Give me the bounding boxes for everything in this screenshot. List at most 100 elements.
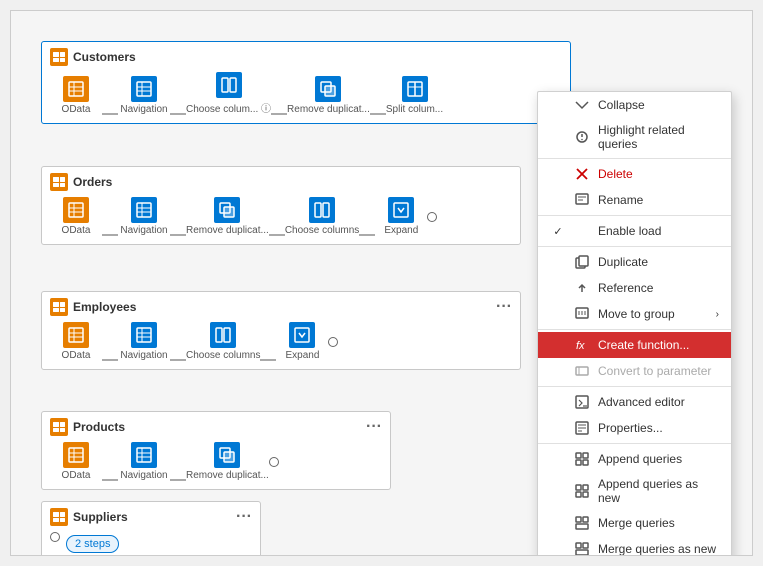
step-choose-orders[interactable]: Choose columns [285,197,359,236]
panel-suppliers: Suppliers ··· 2 steps [41,501,261,556]
step-expand-orders[interactable]: Expand [375,197,427,236]
suppliers-table-icon [50,508,68,526]
menu-item-delete[interactable]: Delete [538,161,731,187]
end-node-products [269,457,279,467]
svg-text:fx: fx [576,340,585,352]
menu-item-reference[interactable]: Reference [538,275,731,301]
merge-icon [574,515,590,531]
step-odata-products[interactable]: OData [50,442,102,481]
step-odata-employees[interactable]: OData [50,322,102,361]
connector [170,234,186,236]
convert-icon [574,363,590,379]
employees-steps: OData Navigation Choose columns Expand [50,322,512,361]
menu-item-enable-load[interactable]: ✓ Enable load [538,218,731,244]
menu-item-append-queries[interactable]: Append queries [538,446,731,472]
collapse-icon [574,97,590,113]
step-odata-orders[interactable]: OData [50,197,102,236]
menu-separator-4 [538,329,731,330]
connector [102,479,118,481]
menu-separator-1 [538,158,731,159]
step-odata-customers[interactable]: OData [50,76,102,115]
customers-table-icon [50,48,68,66]
step-choose-employees[interactable]: Choose columns [186,322,260,361]
step-nav-products[interactable]: Navigation [118,442,170,481]
customers-steps: OData Navigation Choose colum... ⓘ [50,72,562,115]
menu-item-properties[interactable]: Properties... [538,415,731,441]
suppliers-node [50,532,60,542]
context-menu: Collapse Highlight related queries Delet… [537,91,732,556]
append-new-icon [574,483,590,499]
connector [260,359,276,361]
products-title: Products ··· [50,418,382,436]
customers-title: Customers [50,48,562,66]
employees-table-icon [50,298,68,316]
step-remove-customers[interactable]: Remove duplicat... [287,76,370,115]
menu-item-move-to-group[interactable]: Move to group › [538,301,731,327]
reference-icon [574,280,590,296]
move-icon [574,306,590,322]
connector [271,113,287,115]
products-table-icon [50,418,68,436]
menu-separator-6 [538,443,731,444]
connector [102,113,118,115]
properties-icon [574,420,590,436]
orders-steps: OData Navigation Remove duplicat... Choo… [50,197,512,236]
menu-item-create-function[interactable]: fx Create function... [538,332,731,358]
menu-item-collapse[interactable]: Collapse [538,92,731,118]
orders-table-icon [50,173,68,191]
menu-separator-5 [538,386,731,387]
connector [269,234,285,236]
step-nav-orders[interactable]: Navigation [118,197,170,236]
menu-item-rename[interactable]: Rename [538,187,731,213]
menu-item-highlight[interactable]: Highlight related queries [538,118,731,156]
menu-item-convert-to-param: Convert to parameter [538,358,731,384]
function-icon: fx [574,337,590,353]
connector [170,359,186,361]
highlight-icon [574,129,590,145]
products-more-btn[interactable]: ··· [366,419,382,435]
menu-item-append-queries-new[interactable]: Append queries as new [538,472,731,510]
step-expand-employees[interactable]: Expand [276,322,328,361]
panel-employees: Employees ··· OData Navigation Choose co… [41,291,521,370]
connector [102,234,118,236]
employees-title: Employees ··· [50,298,512,316]
products-steps: OData Navigation Remove duplicat... [50,442,382,481]
menu-item-duplicate[interactable]: Duplicate [538,249,731,275]
merge-new-icon [574,541,590,556]
step-nav-employees[interactable]: Navigation [118,322,170,361]
panel-orders: Orders OData Navigation Remove duplicat.… [41,166,521,245]
end-node-orders [427,212,437,222]
rename-icon [574,192,590,208]
menu-item-merge-queries[interactable]: Merge queries [538,510,731,536]
step-remove-orders[interactable]: Remove duplicat... [186,197,269,236]
menu-item-advanced-editor[interactable]: Advanced editor [538,389,731,415]
delete-icon [574,166,590,182]
step-split-customers[interactable]: Split colum... [386,76,443,115]
menu-separator-2 [538,215,731,216]
suppliers-badge: 2 steps [66,535,119,553]
panel-customers: Customers OData Navigation [41,41,571,124]
step-choose-customers[interactable]: Choose colum... ⓘ [186,72,271,115]
end-node-employees [328,337,338,347]
step-nav-customers[interactable]: Navigation [118,76,170,115]
suppliers-title: Suppliers ··· [50,508,252,526]
editor-icon [574,394,590,410]
connector [102,359,118,361]
main-container: Customers OData Navigation [10,10,753,556]
employees-more-btn[interactable]: ··· [496,299,512,315]
connector [359,234,375,236]
orders-title: Orders [50,173,512,191]
submenu-arrow: › [716,309,719,320]
menu-separator-3 [538,246,731,247]
append-icon [574,451,590,467]
connector [170,479,186,481]
connector [170,113,186,115]
canvas-area: Customers OData Navigation [11,11,752,555]
panel-products: Products ··· OData Navigation Remove dup… [41,411,391,490]
check-icon [574,223,590,239]
duplicate-icon [574,254,590,270]
menu-item-merge-queries-new[interactable]: Merge queries as new [538,536,731,556]
suppliers-more-btn[interactable]: ··· [236,509,252,525]
connector [370,113,386,115]
step-remove-products[interactable]: Remove duplicat... [186,442,269,481]
